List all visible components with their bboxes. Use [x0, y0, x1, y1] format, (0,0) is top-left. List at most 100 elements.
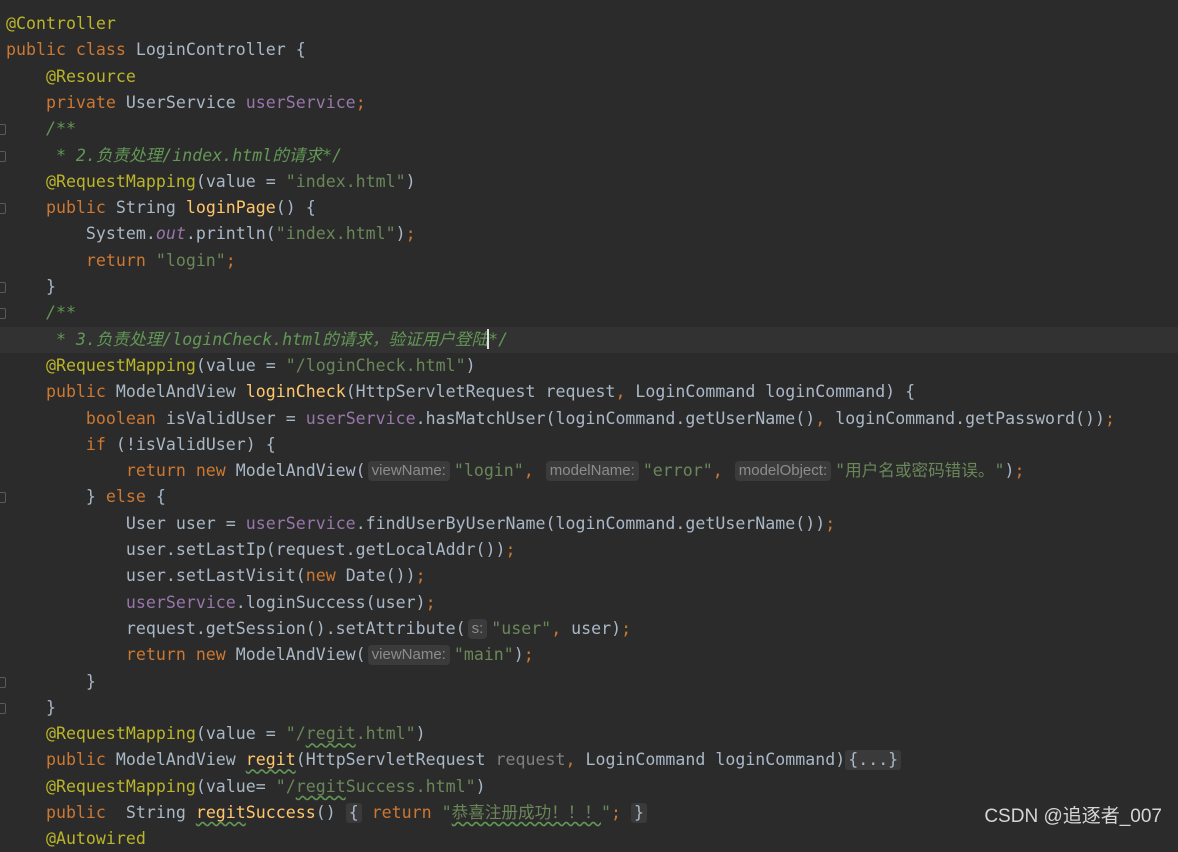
fold-marker-icon[interactable] [0, 282, 6, 293]
code-token: @Autowired [6, 829, 146, 849]
fold-marker-icon[interactable] [0, 492, 6, 504]
code-token: ModelAndView [115, 750, 246, 770]
code-token: , [815, 408, 836, 428]
code-line[interactable]: @RequestMapping(value = "index.html") [6, 169, 416, 195]
code-line[interactable]: user.setLastVisit(new Date()); [6, 563, 426, 589]
fold-marker-icon[interactable] [0, 203, 6, 215]
code-line[interactable]: return new ModelAndView(viewName: "login"… [6, 458, 1024, 484]
code-line[interactable]: public ModelAndView loginCheck(HttpServl… [6, 379, 915, 405]
code-token: Success.html" [345, 776, 476, 796]
fold-marker-icon[interactable] [0, 308, 6, 320]
code-line[interactable]: @RequestMapping(value = "/loginCheck.htm… [6, 353, 476, 379]
code-line[interactable]: } [6, 669, 96, 695]
code-token: } [6, 671, 96, 691]
code-line[interactable]: public class LoginController { [6, 37, 306, 63]
code-line[interactable]: @RequestMapping(value= "/regitSuccess.ht… [6, 774, 486, 800]
code-token: LoginCommand loginCommand) [585, 750, 846, 770]
code-token: return [6, 250, 156, 270]
code-token: LoginController { [135, 40, 306, 60]
code-token: request.getSession().setAttribute( [6, 618, 466, 638]
fold-marker-icon[interactable] [0, 702, 6, 714]
code-token: if [6, 434, 116, 454]
code-line[interactable]: @RequestMapping(value = "/regit.html") [6, 721, 426, 747]
code-token: ; [505, 540, 516, 559]
code-token: isValidUser = [165, 408, 306, 428]
code-token: loginCheck [245, 382, 346, 402]
code-token: userService [305, 408, 416, 428]
folded-code-region[interactable]: } [630, 803, 647, 823]
folded-code-region[interactable]: { [345, 803, 362, 823]
code-token: "login" [453, 461, 524, 481]
code-token: ; [1105, 408, 1115, 428]
code-token: new [305, 566, 346, 586]
code-line[interactable]: /** [6, 300, 76, 326]
code-token: , [712, 461, 733, 481]
code-token: (HttpServletRequest [295, 750, 496, 770]
code-line[interactable]: User user = userService.findUserByUserNa… [6, 511, 835, 537]
fold-marker-icon[interactable] [0, 150, 6, 162]
code-token: regit [245, 750, 296, 770]
code-token: "user" [491, 618, 552, 638]
code-line[interactable]: @Resource [6, 64, 136, 90]
code-token: return [361, 803, 442, 822]
code-line[interactable]: return new ModelAndView(viewName: "main")… [6, 642, 534, 668]
code-line[interactable]: } [6, 274, 56, 300]
code-token: userService [125, 592, 236, 612]
fold-marker-icon[interactable] [0, 676, 6, 688]
code-line[interactable]: * 3.负责处理/loginCheck.html的请求，验证用户登陆*/ [0, 326, 1178, 353]
code-token: private [6, 92, 126, 112]
code-token: @RequestMapping [6, 776, 196, 796]
code-line[interactable]: * 2.负责处理/index.html的请求*/ [6, 143, 342, 169]
code-line[interactable]: return "login"; [6, 248, 236, 274]
code-token: @RequestMapping [6, 171, 196, 191]
code-token: ; [425, 592, 436, 612]
code-token: user.setLastIp(request.getLocalAddr()) [6, 540, 506, 559]
code-editor[interactable]: @Controller public class LoginController … [0, 0, 1178, 848]
code-token: (value = [195, 355, 286, 375]
code-token: "error" [642, 461, 713, 481]
code-token: { [155, 487, 166, 507]
code-token: @Controller [6, 14, 116, 33]
code-line[interactable]: @Controller [6, 11, 116, 37]
code-line[interactable]: userService.loginSuccess(user); [6, 590, 436, 616]
code-line[interactable]: @Autowired [6, 826, 146, 852]
code-line[interactable]: private UserService userService; [6, 90, 366, 116]
code-token: ; [415, 566, 426, 586]
code-token: loginCommand.getPassword()) [835, 408, 1105, 428]
code-line[interactable]: boolean isValidUser = userService.hasMat… [6, 406, 1115, 432]
code-token: Success [245, 803, 316, 822]
code-token: else [105, 487, 156, 507]
code-token: UserService [125, 92, 246, 112]
code-token: "/loginCheck.html" [285, 355, 466, 375]
code-token: /loginCheck.html [162, 329, 323, 349]
code-line[interactable]: request.getSession().setAttribute(s: "use… [6, 616, 631, 642]
code-line[interactable]: } else { [6, 484, 166, 510]
code-token: " [441, 803, 452, 822]
code-token: ) [415, 724, 426, 744]
code-token: /** [6, 303, 76, 323]
code-line[interactable]: if (!isValidUser) { [6, 432, 276, 458]
fold-marker-icon[interactable] [0, 124, 6, 136]
code-line[interactable]: /** [6, 116, 76, 142]
code-token: ModelAndView( [235, 645, 366, 665]
code-line[interactable]: public String regitSuccess() { return "恭… [6, 800, 647, 826]
code-token: boolean [6, 408, 166, 428]
code-token: } [6, 487, 106, 507]
code-token: (value= [195, 776, 276, 796]
code-line[interactable]: } [6, 695, 56, 721]
code-token: regit [305, 724, 356, 744]
code-token: " [835, 461, 846, 481]
code-line[interactable]: user.setLastIp(request.getLocalAddr()); [6, 537, 516, 563]
code-token: public [6, 382, 116, 402]
code-token: .hasMatchUser(loginCommand.getUserName() [415, 408, 816, 428]
code-token: , [615, 382, 636, 402]
code-line[interactable]: public ModelAndView regit(HttpServletReq… [6, 747, 902, 773]
code-token: ; [1014, 461, 1025, 481]
folded-code-region[interactable]: {...} [845, 750, 902, 771]
code-line[interactable]: public String loginPage() { [6, 195, 316, 221]
code-token: .findUserByUserName(loginCommand.getUser… [355, 513, 826, 533]
code-token: , [565, 750, 586, 770]
code-token: return new [6, 645, 236, 665]
code-token: /** [6, 119, 76, 139]
code-line[interactable]: System.out.println("index.html"); [6, 221, 416, 247]
